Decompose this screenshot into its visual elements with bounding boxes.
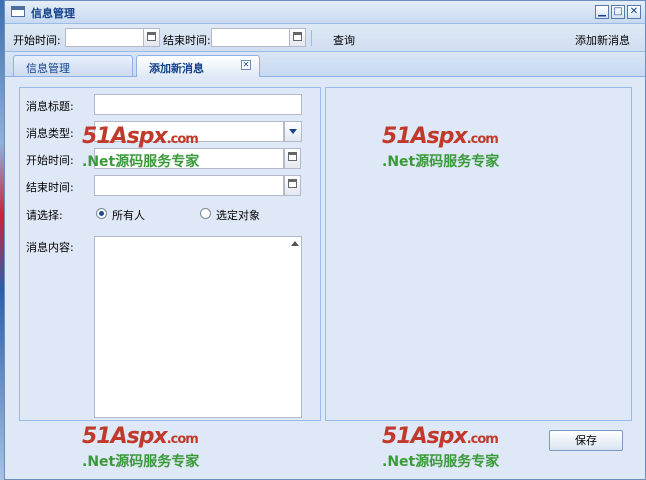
tab-add-message[interactable]: 添加新消息 ✕	[136, 55, 260, 77]
maximize-button[interactable]: □	[611, 5, 625, 19]
window-title: 信息管理	[31, 7, 75, 20]
type-label: 消息类型:	[26, 127, 74, 140]
minimize-button[interactable]: ▁	[595, 5, 609, 19]
start-date-trigger[interactable]	[284, 148, 301, 169]
tab-close-icon[interactable]: ✕	[241, 60, 251, 70]
watermark: 51Aspx.com .Net源码服务专家	[382, 124, 499, 171]
toolbar-end-label: 结束时间:	[163, 34, 211, 47]
watermark: 51Aspx.com .Net源码服务专家	[382, 424, 499, 471]
watermark-logo: 51Aspx.com	[382, 424, 499, 449]
toolbar-start-input[interactable]	[65, 28, 145, 47]
title-input[interactable]	[94, 94, 302, 115]
window-icon	[11, 6, 25, 17]
query-button[interactable]: 查询	[333, 32, 355, 48]
toolbar-start-date-trigger[interactable]	[143, 28, 160, 47]
tab-info-management[interactable]: 信息管理	[13, 55, 133, 76]
tab-label: 添加新消息	[149, 62, 204, 75]
watermark-subtitle: .Net源码服务专家	[82, 154, 200, 170]
title-label: 消息标题:	[26, 100, 74, 113]
calendar-icon	[288, 152, 297, 161]
info-management-window: 信息管理 ▁ □ ✕ 开始时间: 结束时间: 查询 添加新消息 信息管理 添加新…	[4, 0, 646, 480]
calendar-icon	[288, 179, 297, 188]
watermark: 51Aspx.com .Net源码服务专家	[82, 124, 199, 171]
watermark-subtitle: .Net源码服务专家	[382, 154, 500, 170]
scroll-up-icon[interactable]	[291, 241, 299, 246]
radio-all-label[interactable]: 所有人	[112, 207, 145, 223]
end-label: 结束时间:	[26, 181, 74, 194]
radio-selected-label[interactable]: 选定对象	[216, 207, 260, 223]
content-label: 消息内容:	[26, 241, 74, 254]
start-label: 开始时间:	[26, 154, 74, 167]
tab-strip: 信息管理 添加新消息 ✕	[5, 52, 645, 77]
window-titlebar[interactable]: 信息管理 ▁ □ ✕	[5, 1, 645, 24]
end-date-trigger[interactable]	[284, 175, 301, 196]
radio-selected[interactable]	[200, 208, 211, 219]
save-button[interactable]: 保存	[549, 430, 623, 451]
toolbar-start-label: 开始时间:	[13, 34, 61, 47]
content-textarea[interactable]	[94, 236, 302, 418]
calendar-icon	[293, 32, 302, 41]
end-date-input[interactable]	[94, 175, 284, 196]
radio-all[interactable]	[96, 208, 107, 219]
watermark-subtitle: .Net源码服务专家	[382, 454, 500, 470]
choose-label: 请选择:	[26, 209, 63, 222]
chevron-down-icon[interactable]	[284, 121, 302, 142]
close-button[interactable]: ✕	[627, 5, 641, 19]
add-message-button[interactable]: 添加新消息	[575, 32, 630, 48]
watermark-logo: 51Aspx.com	[82, 424, 199, 449]
toolbar-end-date-trigger[interactable]	[289, 28, 306, 47]
watermark: 51Aspx.com .Net源码服务专家	[82, 424, 199, 471]
toolbar-end-input[interactable]	[211, 28, 291, 47]
toolbar: 开始时间: 结束时间: 查询 添加新消息	[5, 24, 645, 52]
tab-label: 信息管理	[26, 62, 70, 75]
toolbar-separator	[311, 30, 312, 46]
watermark-logo: 51Aspx.com	[82, 124, 199, 149]
calendar-icon	[147, 32, 156, 41]
watermark-subtitle: .Net源码服务专家	[82, 454, 200, 470]
watermark-logo: 51Aspx.com	[382, 124, 499, 149]
